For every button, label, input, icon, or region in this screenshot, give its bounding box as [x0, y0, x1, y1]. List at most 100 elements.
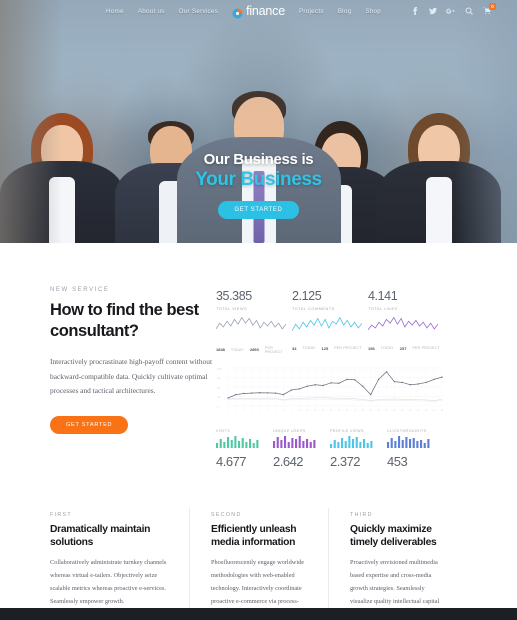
- nav-link-home[interactable]: Home: [106, 8, 124, 15]
- svg-text:24: 24: [409, 409, 411, 411]
- metric-today-value: 34: [292, 345, 297, 351]
- svg-text:1: 1: [228, 409, 229, 411]
- metric-footer: 156 TODAY 257 PER PROJECT: [368, 346, 444, 351]
- bar-sparkline-unique-users: [273, 435, 316, 448]
- cart-badge: 0: [489, 2, 496, 10]
- stat-label: CLICKTHROUGHTS: [387, 428, 427, 433]
- feature-column-first: FIRST Dramatically maintain solutions Co…: [50, 512, 189, 620]
- metric-footer: 1848 TODAY 2893 PER PROJECT: [216, 346, 292, 354]
- svg-text:27: 27: [433, 409, 435, 411]
- metric-project-value: 125: [321, 345, 329, 351]
- svg-text:23: 23: [401, 409, 403, 411]
- svg-text:0: 0: [217, 406, 219, 408]
- google-plus-icon[interactable]: [446, 7, 455, 16]
- sparkline-total-views: [215, 316, 287, 330]
- page-footer: [0, 608, 517, 620]
- hero-section: Home About us Our Services finance Proje…: [0, 0, 517, 243]
- svg-text:26: 26: [425, 409, 427, 411]
- twitter-icon[interactable]: [428, 7, 437, 16]
- pie-chart-logo-icon: [232, 6, 243, 18]
- column-eyebrow: THIRD: [350, 511, 373, 518]
- svg-text:5: 5: [259, 409, 260, 411]
- hero-copy: Our Business is Your Business GET STARTE…: [0, 152, 517, 219]
- svg-text:8: 8: [283, 409, 284, 411]
- metric-total-views: 35.385 TOTAL VIEWS 1848 TODAY 2893 PER P…: [215, 289, 292, 354]
- service-get-started-button[interactable]: GET STARTED: [50, 415, 129, 434]
- cart-icon[interactable]: 0: [482, 2, 496, 16]
- metric-project-value: 2893: [249, 347, 259, 352]
- svg-text:9: 9: [291, 409, 292, 411]
- metric-value: 4.141: [368, 289, 398, 303]
- column-eyebrow: FIRST: [50, 511, 72, 518]
- stat-value: 453: [387, 453, 408, 469]
- svg-text:250: 250: [217, 396, 221, 398]
- nav-link-blog[interactable]: Blog: [338, 8, 352, 15]
- metric-project-label: PER PROJECT: [264, 345, 284, 354]
- nav-links-right: Projects Blog Shop: [299, 8, 381, 15]
- svg-text:11: 11: [306, 409, 308, 411]
- svg-text:19: 19: [370, 409, 372, 411]
- nav-link-projects[interactable]: Projects: [299, 8, 324, 15]
- logo-text: finance: [246, 4, 285, 18]
- metric-today-label: TODAY: [230, 347, 244, 352]
- metric-today-label: TODAY: [380, 346, 394, 350]
- hero-title: Your Business: [195, 168, 322, 190]
- svg-text:4: 4: [251, 409, 252, 411]
- hero-kicker: Our Business is: [203, 151, 314, 168]
- svg-text:6: 6: [267, 409, 268, 411]
- svg-text:16: 16: [346, 409, 348, 411]
- svg-text:20: 20: [378, 409, 380, 411]
- column-heading: Dramatically maintain solutions: [50, 523, 151, 548]
- service-paragraph: Interactively procrastinate high-payoff …: [50, 357, 212, 396]
- svg-text:13: 13: [322, 409, 324, 411]
- svg-text:25: 25: [417, 409, 419, 411]
- nav-icons: 0: [410, 2, 496, 16]
- metric-footer: 34 TODAY 125 PER PROJECT: [292, 346, 368, 351]
- site-logo[interactable]: finance: [232, 4, 285, 18]
- service-copy: NEW SERVICE How to find the best consult…: [0, 287, 212, 468]
- search-icon[interactable]: [464, 7, 473, 16]
- svg-text:750: 750: [217, 377, 221, 379]
- svg-text:18: 18: [362, 409, 364, 411]
- nav-link-shop[interactable]: Shop: [365, 8, 381, 15]
- bar-sparkline-profile-views: [330, 435, 373, 448]
- nav-links-left: Home About us Our Services: [106, 8, 218, 15]
- nav-link-about-us[interactable]: About us: [138, 8, 165, 15]
- column-heading: Efficiently unleash media information: [211, 523, 297, 548]
- stat-clickthroughts: CLICKTHROUGHTS 453: [387, 429, 444, 468]
- column-heading: Quickly maximize timely deliverables: [350, 523, 437, 548]
- metric-today-value: 1848: [216, 347, 225, 352]
- dashboard-bottom-metrics: VISITS 4.677 UNIQUE USERS 2.642 PROFILE …: [216, 429, 444, 468]
- svg-text:15: 15: [338, 409, 340, 411]
- facebook-icon[interactable]: [410, 7, 419, 16]
- bar-sparkline-clickthroughts: [387, 435, 430, 448]
- svg-text:3: 3: [243, 409, 244, 411]
- service-eyebrow: NEW SERVICE: [50, 287, 110, 293]
- metric-project-label: PER PROJECT: [334, 346, 362, 350]
- feature-column-second: SECOND Efficiently unleash media informa…: [189, 507, 328, 620]
- service-heading: How to find the best consultant?: [50, 301, 199, 341]
- main-navigation: Home About us Our Services finance Proje…: [0, 0, 517, 22]
- svg-text:14: 14: [330, 409, 332, 411]
- metric-today-label: TODAY: [302, 346, 316, 350]
- stat-label: UNIQUE USERS: [273, 428, 306, 433]
- svg-text:21: 21: [386, 409, 388, 411]
- metric-value: 35.385: [216, 289, 252, 303]
- sparkline-total-comments: [291, 316, 363, 331]
- dashboard-top-metrics: 35.385 TOTAL VIEWS 1848 TODAY 2893 PER P…: [215, 289, 444, 354]
- bar-sparkline-visits: [216, 435, 259, 448]
- hero-get-started-button[interactable]: GET STARTED: [217, 200, 300, 219]
- stat-value: 4.677: [216, 453, 247, 469]
- svg-text:17: 17: [354, 409, 356, 411]
- stat-value: 2.642: [273, 453, 304, 469]
- metric-today-value: 156: [368, 345, 375, 351]
- feature-column-third: THIRD Quickly maximize timely deliverabl…: [328, 507, 467, 620]
- metric-label: TOTAL COMMENTS: [292, 305, 335, 311]
- metric-project-label: PER PROJECT: [412, 346, 440, 350]
- svg-text:2: 2: [235, 409, 236, 411]
- nav-link-our-services[interactable]: Our Services: [179, 8, 218, 15]
- sparkline-total-likes: [367, 316, 439, 330]
- metric-total-comments: 2.125 TOTAL COMMENTS 34 TODAY 125 PER PR…: [291, 290, 368, 354]
- stat-value: 2.372: [330, 453, 361, 469]
- stat-visits: VISITS 4.677: [216, 429, 273, 468]
